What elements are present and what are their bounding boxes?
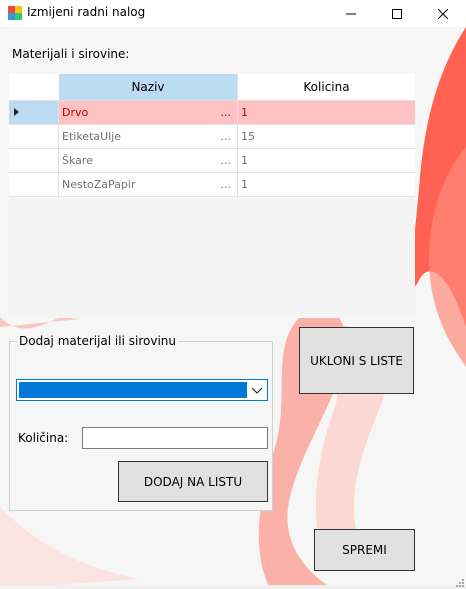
table-row[interactable]: EtiketaUlje... 15 bbox=[9, 125, 415, 149]
maximize-icon bbox=[392, 8, 402, 19]
row-header[interactable] bbox=[9, 125, 59, 148]
column-header-kolicina[interactable]: Kolicina bbox=[237, 74, 415, 100]
minimize-button[interactable] bbox=[328, 0, 374, 27]
cell-naziv-text: NestoZaPapir bbox=[62, 178, 136, 191]
table-row[interactable]: NestoZaPapir... 1 bbox=[9, 173, 415, 197]
quantity-label: Količina: bbox=[18, 431, 69, 445]
row-header[interactable] bbox=[9, 173, 59, 196]
remove-from-list-button[interactable]: UKLONI S LISTE bbox=[299, 327, 414, 394]
cell-naziv[interactable]: NestoZaPapir... bbox=[59, 173, 237, 196]
cell-dots: ... bbox=[220, 178, 232, 191]
quantity-input[interactable] bbox=[82, 427, 268, 449]
table-row[interactable]: Škare... 1 bbox=[9, 149, 415, 173]
combo-selected-value bbox=[19, 382, 247, 398]
materials-grid[interactable]: Naziv Kolicina Drvo... 1 EtiketaUlje... … bbox=[9, 74, 415, 318]
add-material-groupbox: Dodaj materijal ili sirovinu Količina: D… bbox=[9, 334, 273, 511]
cell-kolicina[interactable]: 15 bbox=[237, 125, 415, 148]
cell-dots: ... bbox=[220, 130, 232, 143]
cell-kolicina[interactable]: 1 bbox=[237, 149, 415, 172]
column-header-naziv[interactable]: Naziv bbox=[59, 74, 237, 100]
status-strip bbox=[0, 585, 466, 589]
cell-kolicina[interactable]: 1 bbox=[237, 173, 415, 196]
resize-grip-icon[interactable] bbox=[454, 577, 464, 587]
cell-naziv[interactable]: EtiketaUlje... bbox=[59, 125, 237, 148]
table-row[interactable]: Drvo... 1 bbox=[9, 101, 415, 125]
cell-naziv[interactable]: Škare... bbox=[59, 149, 237, 172]
grid-corner-header[interactable] bbox=[9, 74, 60, 100]
add-to-list-button[interactable]: DODAJ NA LISTU bbox=[118, 461, 268, 502]
cell-naziv-text: Škare bbox=[62, 154, 93, 167]
chevron-down-icon[interactable] bbox=[251, 384, 263, 396]
close-button[interactable] bbox=[420, 0, 466, 27]
cell-kolicina[interactable]: 1 bbox=[237, 101, 415, 124]
materials-label: Materijali i sirovine: bbox=[12, 47, 130, 61]
material-combobox[interactable] bbox=[16, 379, 268, 401]
groupbox-title: Dodaj materijal ili sirovinu bbox=[17, 334, 178, 348]
minimize-icon bbox=[346, 13, 356, 14]
app-icon bbox=[8, 6, 22, 20]
grid-header: Naziv Kolicina bbox=[9, 74, 415, 101]
save-button[interactable]: SPREMI bbox=[314, 529, 415, 571]
cell-naziv-text: EtiketaUlje bbox=[62, 130, 122, 143]
close-icon bbox=[438, 8, 448, 19]
title-bar: Izmijeni radni nalog bbox=[0, 0, 466, 27]
row-pointer-icon bbox=[14, 108, 19, 116]
row-header[interactable] bbox=[9, 101, 59, 124]
cell-dots: ... bbox=[220, 154, 232, 167]
row-header[interactable] bbox=[9, 149, 59, 172]
cell-dots: ... bbox=[220, 106, 232, 119]
form-client-area: Materijali i sirovine: Naziv Kolicina Dr… bbox=[0, 27, 466, 589]
cell-naziv[interactable]: Drvo... bbox=[59, 101, 237, 124]
cell-naziv-text: Drvo bbox=[62, 106, 89, 119]
maximize-button[interactable] bbox=[374, 0, 420, 27]
window-title: Izmijeni radni nalog bbox=[27, 5, 146, 19]
